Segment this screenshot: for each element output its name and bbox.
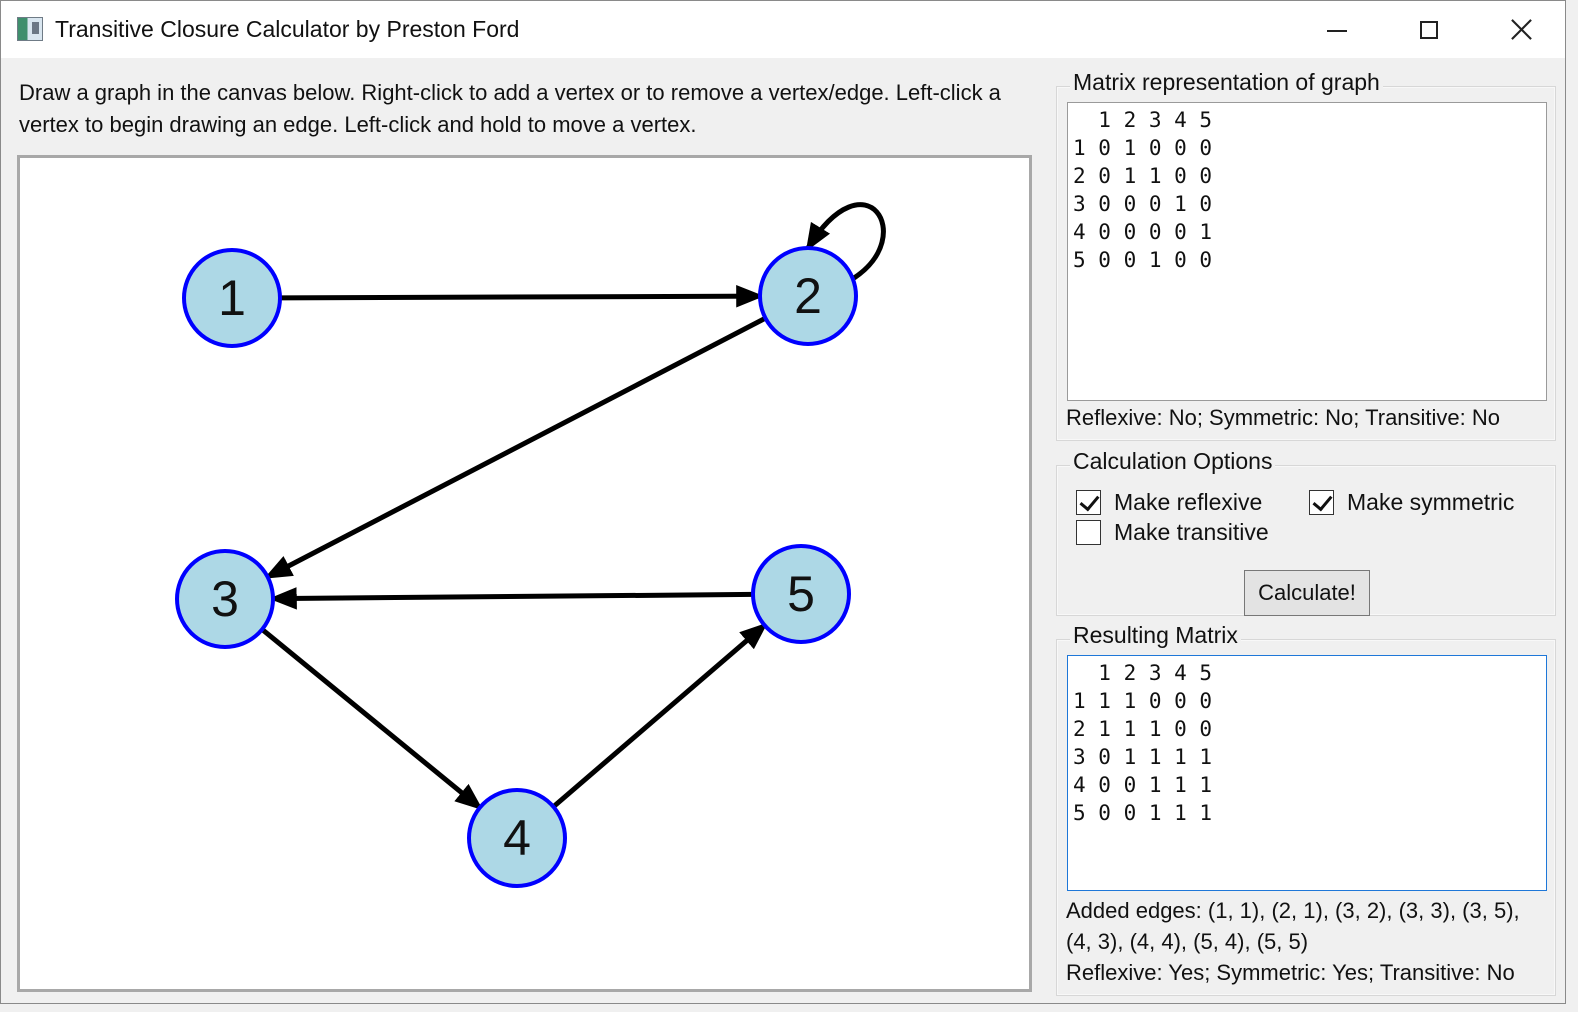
calculation-options-title: Calculation Options	[1070, 448, 1276, 475]
checkbox-icon	[1076, 520, 1101, 545]
application-icon	[17, 17, 43, 41]
make-symmetric-checkbox[interactable]: Make symmetric	[1309, 489, 1514, 516]
make-reflexive-label: Make reflexive	[1114, 489, 1263, 515]
matrix-representation-group: Matrix representation of graph 1 2 3 4 5…	[1056, 69, 1556, 441]
make-transitive-checkbox[interactable]: Make transitive	[1076, 519, 1269, 546]
application-window: Transitive Closure Calculator by Preston…	[0, 0, 1566, 1004]
minimize-button[interactable]	[1291, 1, 1383, 58]
make-reflexive-checkbox[interactable]: Make reflexive	[1076, 489, 1262, 516]
vertex-2[interactable]: 2	[758, 246, 858, 346]
vertex-2-label: 2	[794, 268, 822, 324]
vertex-5-label: 5	[787, 566, 815, 622]
checkbox-icon	[1309, 490, 1334, 515]
edge-3-4[interactable]	[260, 627, 484, 811]
maximize-button[interactable]	[1383, 1, 1475, 58]
vertex-1-label: 1	[218, 270, 246, 326]
window-title: Transitive Closure Calculator by Preston…	[55, 16, 520, 42]
added-edges-continued-text: (4, 3), (4, 4), (5, 4), (5, 5)	[1066, 929, 1309, 954]
make-transitive-label: Make transitive	[1114, 519, 1269, 545]
edge-4-5[interactable]	[551, 622, 768, 809]
edge-1-2[interactable]	[279, 285, 765, 308]
resulting-matrix-title: Resulting Matrix	[1070, 622, 1241, 649]
vertex-5[interactable]: 5	[751, 544, 851, 644]
resulting-matrix-group: Resulting Matrix 1 2 3 4 5 1 1 1 0 0 0 2…	[1056, 622, 1556, 996]
instructions-text: Draw a graph in the canvas below. Right-…	[19, 80, 1001, 137]
matrix-representation-title: Matrix representation of graph	[1070, 69, 1383, 96]
close-icon	[1510, 19, 1532, 40]
result-matrix-textbox[interactable]: 1 2 3 4 5 1 1 1 0 0 0 2 1 1 1 0 0 3 0 1 …	[1067, 655, 1547, 891]
edge-2-3[interactable]	[263, 315, 767, 580]
right-panel: Matrix representation of graph 1 2 3 4 5…	[1047, 58, 1565, 1003]
graph-canvas[interactable]: 1 2 3 4 5	[17, 155, 1032, 992]
graph-vertices: 1 2 3 4 5	[175, 246, 858, 888]
close-button[interactable]	[1475, 1, 1565, 58]
vertex-4-label: 4	[503, 810, 531, 866]
make-symmetric-label: Make symmetric	[1347, 489, 1515, 515]
vertex-4[interactable]: 4	[467, 788, 567, 888]
edge-5-3[interactable]	[268, 587, 754, 610]
minimize-icon	[1327, 29, 1347, 32]
graph-svg[interactable]: 1 2 3 4 5	[20, 158, 1029, 989]
vertex-1[interactable]: 1	[182, 248, 282, 348]
added-edges-text: Added edges: (1, 1), (2, 1), (3, 2), (3,…	[1066, 898, 1520, 923]
checkbox-icon	[1076, 490, 1101, 515]
result-properties-text: Reflexive: Yes; Symmetric: Yes; Transiti…	[1066, 960, 1515, 985]
maximize-icon	[1420, 20, 1438, 39]
calculation-options-group: Calculation Options Make reflexive Make …	[1056, 448, 1556, 616]
title-bar[interactable]: Transitive Closure Calculator by Preston…	[1, 1, 1565, 58]
input-matrix-textbox[interactable]: 1 2 3 4 5 1 0 1 0 0 0 2 0 1 1 0 0 3 0 0 …	[1067, 102, 1547, 401]
vertex-3-label: 3	[211, 571, 239, 627]
vertex-3[interactable]: 3	[175, 549, 275, 649]
input-properties-text: Reflexive: No; Symmetric: No; Transitive…	[1066, 405, 1501, 430]
calculate-button[interactable]: Calculate!	[1244, 570, 1370, 616]
